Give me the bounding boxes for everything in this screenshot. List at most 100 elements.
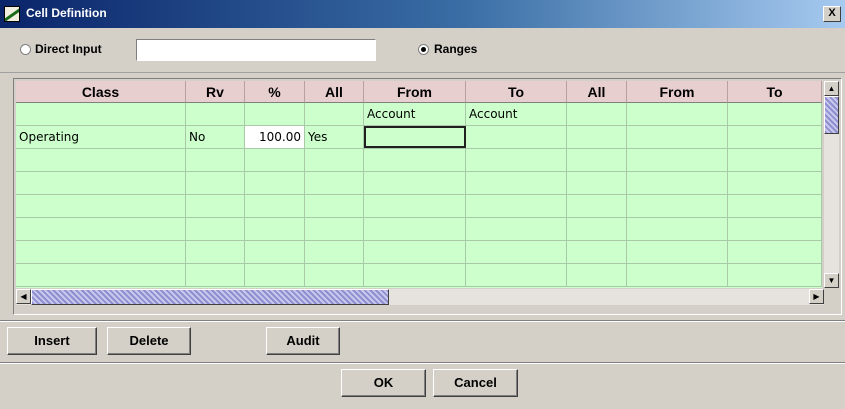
cell-all[interactable] <box>305 103 364 125</box>
cell-all[interactable] <box>305 172 364 194</box>
cell-all[interactable]: Yes <box>305 126 364 148</box>
cell-all[interactable] <box>305 149 364 171</box>
cell-to[interactable] <box>466 172 567 194</box>
cell-from[interactable] <box>364 172 466 194</box>
cell-all[interactable] <box>305 241 364 263</box>
column-header-to-2[interactable]: To <box>728 81 822 103</box>
cell-to-2[interactable] <box>728 149 822 171</box>
cell-all-2[interactable] <box>567 103 627 125</box>
cell-to[interactable]: Account <box>466 103 567 125</box>
cell-from-2[interactable] <box>627 218 728 240</box>
cell-from[interactable] <box>364 264 466 286</box>
cell-percent[interactable] <box>245 195 305 217</box>
cell-class[interactable]: Operating <box>16 126 186 148</box>
cell-all-2[interactable] <box>567 149 627 171</box>
cell-to[interactable] <box>466 195 567 217</box>
cell-all-2[interactable] <box>567 241 627 263</box>
cell-to[interactable] <box>466 126 567 148</box>
table-row[interactable] <box>16 172 822 195</box>
table-row[interactable] <box>16 149 822 172</box>
cell-from[interactable] <box>364 149 466 171</box>
column-header-from-2[interactable]: From <box>627 81 728 103</box>
cell-class[interactable] <box>16 149 186 171</box>
cell-rv[interactable] <box>186 218 245 240</box>
cancel-button[interactable]: Cancel <box>433 369 518 397</box>
cell-rv[interactable] <box>186 264 245 286</box>
cell-to-2[interactable] <box>728 172 822 194</box>
scroll-right-icon[interactable]: ▶ <box>809 289 824 304</box>
cell-rv[interactable] <box>186 195 245 217</box>
scroll-up-icon[interactable]: ▲ <box>824 81 839 96</box>
scroll-left-icon[interactable]: ◀ <box>16 289 31 304</box>
delete-button[interactable]: Delete <box>107 327 191 355</box>
cell-class[interactable] <box>16 195 186 217</box>
table-row[interactable]: Operating No 100.00 Yes <box>16 126 822 149</box>
insert-button[interactable]: Insert <box>7 327 97 355</box>
column-header-percent[interactable]: % <box>245 81 305 103</box>
cell-rv[interactable] <box>186 241 245 263</box>
column-header-all[interactable]: All <box>305 81 364 103</box>
cell-percent[interactable] <box>245 241 305 263</box>
direct-input-radio[interactable] <box>20 44 31 55</box>
cell-rv[interactable] <box>186 172 245 194</box>
cell-from[interactable] <box>364 126 466 148</box>
table-row[interactable] <box>16 195 822 218</box>
vertical-scroll-thumb[interactable] <box>824 96 839 134</box>
cell-to-2[interactable] <box>728 218 822 240</box>
cell-to-2[interactable] <box>728 103 822 125</box>
cell-to[interactable] <box>466 149 567 171</box>
cell-rv[interactable]: No <box>186 126 245 148</box>
table-row[interactable] <box>16 218 822 241</box>
column-header-from[interactable]: From <box>364 81 466 103</box>
cell-rv[interactable] <box>186 149 245 171</box>
cell-from[interactable] <box>364 241 466 263</box>
vertical-scrollbar[interactable]: ▲ ▼ <box>824 81 839 288</box>
cell-all-2[interactable] <box>567 195 627 217</box>
cell-all-2[interactable] <box>567 126 627 148</box>
column-header-to[interactable]: To <box>466 81 567 103</box>
horizontal-scrollbar[interactable]: ◀ ▶ <box>16 289 824 305</box>
column-header-class[interactable]: Class <box>16 81 186 103</box>
cell-from[interactable]: Account <box>364 103 466 125</box>
cell-from[interactable] <box>364 195 466 217</box>
cell-from-2[interactable] <box>627 195 728 217</box>
cell-to[interactable] <box>466 218 567 240</box>
cell-percent[interactable]: 100.00 <box>245 126 305 148</box>
cell-all-2[interactable] <box>567 264 627 286</box>
cell-to-2[interactable] <box>728 126 822 148</box>
cell-from[interactable] <box>364 218 466 240</box>
cell-to-2[interactable] <box>728 264 822 286</box>
cell-from-2[interactable] <box>627 264 728 286</box>
table-row[interactable]: Account Account <box>16 103 822 126</box>
table-row[interactable] <box>16 264 822 287</box>
close-button[interactable]: X <box>823 6 841 22</box>
cell-all-2[interactable] <box>567 172 627 194</box>
cell-percent[interactable] <box>245 103 305 125</box>
column-header-rv[interactable]: Rv <box>186 81 245 103</box>
cell-class[interactable] <box>16 103 186 125</box>
direct-input-label[interactable]: Direct Input <box>35 42 102 56</box>
scroll-down-icon[interactable]: ▼ <box>824 273 839 288</box>
table-row[interactable] <box>16 241 822 264</box>
cell-to[interactable] <box>466 264 567 286</box>
audit-button[interactable]: Audit <box>266 327 340 355</box>
cell-to-2[interactable] <box>728 195 822 217</box>
cell-class[interactable] <box>16 241 186 263</box>
cell-class[interactable] <box>16 172 186 194</box>
cell-class[interactable] <box>16 264 186 286</box>
cell-from-2[interactable] <box>627 126 728 148</box>
cell-to[interactable] <box>466 241 567 263</box>
cell-from-2[interactable] <box>627 172 728 194</box>
cell-from-2[interactable] <box>627 103 728 125</box>
ranges-table[interactable]: Class Rv% All From To All From To Account Account… <box>16 81 822 288</box>
cell-from-2[interactable] <box>627 149 728 171</box>
cell-all[interactable] <box>305 264 364 286</box>
column-header-all-2[interactable]: All <box>567 81 627 103</box>
cell-rv[interactable] <box>186 103 245 125</box>
cell-all-2[interactable] <box>567 218 627 240</box>
ok-button[interactable]: OK <box>341 369 426 397</box>
cell-percent[interactable] <box>245 149 305 171</box>
cell-class[interactable] <box>16 218 186 240</box>
cell-from-2[interactable] <box>627 241 728 263</box>
ranges-radio[interactable] <box>418 44 429 55</box>
